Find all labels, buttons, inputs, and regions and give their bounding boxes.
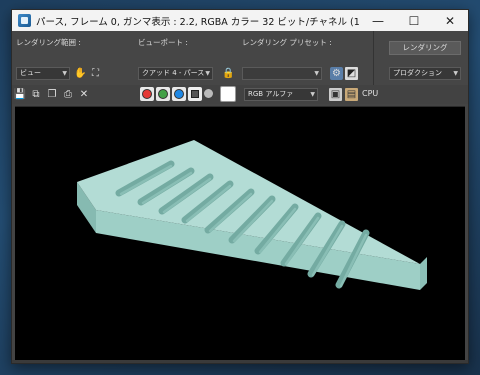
monochrome-icon[interactable] [204, 89, 213, 98]
blue-channel-icon [174, 89, 184, 99]
environment-icon[interactable]: ◩ [345, 67, 358, 80]
close-button[interactable]: ✕ [432, 10, 468, 31]
background-color-swatch[interactable] [220, 86, 236, 102]
display-channel-value: RGB アルファ [248, 90, 294, 98]
copy-icon[interactable]: ⧉ [30, 88, 42, 100]
render-button[interactable]: レンダリング [389, 41, 461, 55]
edit-region-icon[interactable]: ✋ [74, 67, 87, 80]
preset-dropdown[interactable]: ▼ [242, 67, 322, 80]
title-bar[interactable]: パース, フレーム 0, ガンマ表示 : 2.2, RGBA カラー 32 ビッ… [12, 10, 468, 31]
frame-toolbar: 💾 ⧉ ❐ ⎙ ✕ RGB アルファ ▼ ▣ ▤ CPU [12, 85, 468, 104]
window-title: パース, フレーム 0, ガンマ表示 : 2.2, RGBA カラー 32 ビッ… [36, 16, 360, 28]
alpha-channel-toggle[interactable] [188, 87, 202, 101]
rendered-frame-window: パース, フレーム 0, ガンマ表示 : 2.2, RGBA カラー 32 ビッ… [11, 9, 469, 364]
alpha-channel-icon [191, 90, 199, 98]
render-settings-panel: レンダリング範囲 : ビュー ▼ ✋ ⛶ ビューポート : クアッド 4 - パ… [12, 31, 468, 85]
print-icon[interactable]: ⎙ [62, 88, 74, 100]
preset-label: レンダリング プリセット : [242, 38, 332, 47]
red-channel-toggle[interactable] [140, 87, 154, 101]
minimize-button[interactable]: — [360, 10, 396, 31]
chevron-down-icon: ▼ [314, 70, 319, 77]
green-channel-icon [158, 89, 168, 99]
viewport-value: クアッド 4 - パース [142, 69, 205, 77]
viewport-label: ビューポート : [138, 38, 188, 47]
app-icon [18, 14, 31, 27]
render-area-value: ビュー [20, 69, 41, 77]
chevron-down-icon: ▼ [205, 70, 210, 77]
display-channel-dropdown[interactable]: RGB アルファ ▼ [244, 88, 318, 101]
viewport-dropdown[interactable]: クアッド 4 - パース ▼ [138, 67, 213, 80]
maximize-button[interactable]: ☐ [396, 10, 432, 31]
lock-icon[interactable]: 🔒 [222, 67, 235, 80]
render-area-dropdown[interactable]: ビュー ▼ [16, 67, 70, 80]
grate-right-face [420, 257, 427, 290]
panel-divider [373, 31, 374, 85]
chevron-down-icon: ▼ [310, 91, 315, 98]
render-setup-icon[interactable]: ⚙ [330, 67, 343, 80]
toggle-ui-overlay-icon[interactable]: ▣ [329, 88, 342, 101]
cpu-label: CPU [362, 89, 379, 98]
green-channel-toggle[interactable] [156, 87, 170, 101]
save-icon[interactable]: 💾 [14, 88, 26, 100]
rendered-grate-image [77, 140, 427, 290]
render-area-label: レンダリング範囲 : [16, 38, 81, 47]
chevron-down-icon: ▼ [453, 70, 458, 77]
render-viewport[interactable] [15, 106, 465, 360]
status-bar [12, 360, 468, 363]
auto-region-icon[interactable]: ⛶ [89, 67, 102, 80]
render-mode-value: プロダクション [393, 69, 442, 77]
red-channel-icon [142, 89, 152, 99]
clone-icon[interactable]: ❐ [46, 88, 58, 100]
chevron-down-icon: ▼ [62, 70, 67, 77]
blue-channel-toggle[interactable] [172, 87, 186, 101]
frame-buffer-icon[interactable]: ▤ [345, 88, 358, 101]
clear-icon[interactable]: ✕ [78, 88, 90, 100]
render-mode-dropdown[interactable]: プロダクション ▼ [389, 67, 461, 80]
